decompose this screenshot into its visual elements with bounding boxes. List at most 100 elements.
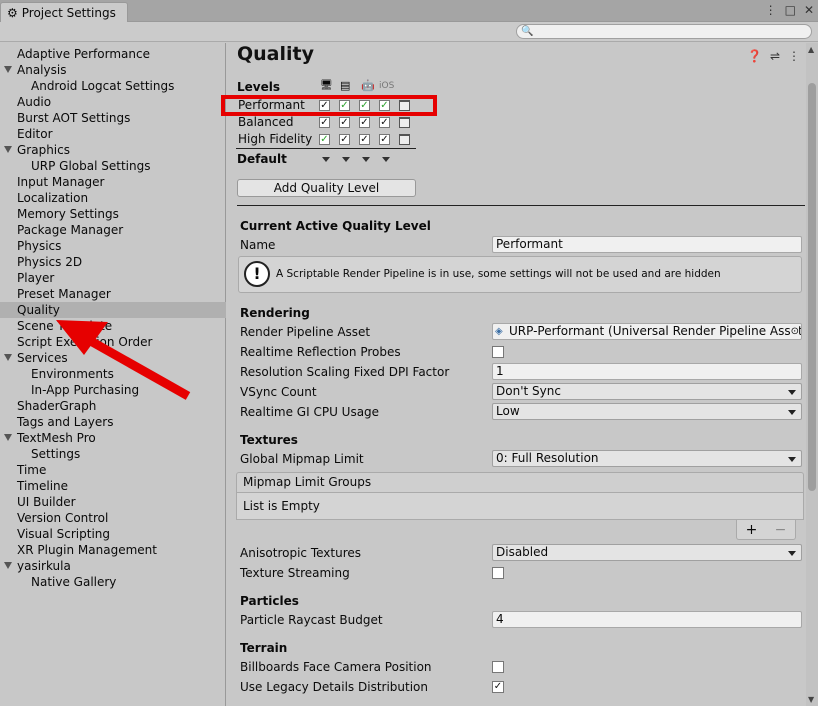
sidebar-item[interactable]: Burst AOT Settings xyxy=(0,110,226,126)
scroll-up-icon[interactable]: ▲ xyxy=(808,45,814,54)
platform-level-checkbox[interactable]: ✓ xyxy=(339,134,350,145)
mipmap-groups-header[interactable]: Mipmap Limit Groups xyxy=(236,472,804,493)
add-item-button[interactable]: + xyxy=(746,522,758,538)
remove-item-button[interactable]: − xyxy=(775,522,787,538)
vsync-label: VSync Count xyxy=(240,385,317,399)
mipmap-limit-dropdown[interactable]: 0: Full Resolution xyxy=(492,450,802,467)
sidebar-item[interactable]: Audio xyxy=(0,94,226,110)
sidebar-item[interactable]: Android Logcat Settings xyxy=(0,78,226,94)
platform-level-checkbox[interactable]: ✓ xyxy=(379,117,390,128)
quality-level-name[interactable]: Balanced xyxy=(238,115,293,129)
sidebar-item[interactable]: yasirkula xyxy=(0,558,226,574)
foldout-arrow-icon[interactable] xyxy=(4,66,12,73)
texture-streaming-checkbox[interactable] xyxy=(492,567,504,579)
help-icon[interactable]: ❓ xyxy=(747,49,762,63)
sidebar-item[interactable]: Visual Scripting xyxy=(0,526,226,542)
foldout-arrow-icon[interactable] xyxy=(4,434,12,441)
sidebar-item-label: Editor xyxy=(17,127,53,141)
sidebar-item[interactable]: Analysis xyxy=(0,62,226,78)
sidebar-item[interactable]: XR Plugin Management xyxy=(0,542,226,558)
billboards-label: Billboards Face Camera Position xyxy=(240,660,432,674)
ios-icon: iOS xyxy=(379,81,395,91)
more-icon[interactable]: ⋮ xyxy=(788,49,800,63)
foldout-arrow-icon[interactable] xyxy=(4,354,12,361)
sidebar-item[interactable]: Time xyxy=(0,462,226,478)
platform-level-checkbox[interactable]: ✓ xyxy=(319,134,330,145)
sidebar-item[interactable]: Preset Manager xyxy=(0,286,226,302)
close-icon[interactable]: ✕ xyxy=(804,3,814,17)
scroll-down-icon[interactable]: ▼ xyxy=(808,695,814,704)
sidebar-item[interactable]: Version Control xyxy=(0,510,226,526)
preset-icon[interactable]: ⇌ xyxy=(770,49,780,63)
android-icon: 🤖 xyxy=(361,79,375,92)
raycast-budget-field[interactable]: 4 xyxy=(492,611,802,628)
foldout-arrow-icon[interactable] xyxy=(4,562,12,569)
default-dropdown-ios[interactable] xyxy=(382,157,390,162)
sidebar-item[interactable]: Memory Settings xyxy=(0,206,226,222)
platform-level-checkbox[interactable]: ✓ xyxy=(319,117,330,128)
name-field[interactable]: Performant xyxy=(492,236,802,253)
anisotropic-dropdown[interactable]: Disabled xyxy=(492,544,802,561)
dpi-factor-field[interactable]: 1 xyxy=(492,363,802,380)
sidebar-item[interactable]: Native Gallery xyxy=(0,574,226,590)
page-title: Quality xyxy=(237,43,314,65)
project-settings-tab[interactable]: ⚙ Project Settings xyxy=(0,2,128,22)
gear-icon: ⚙ xyxy=(7,5,18,20)
mipmap-limit-label: Global Mipmap Limit xyxy=(240,452,364,466)
anisotropic-value: Disabled xyxy=(496,545,549,559)
sidebar-item[interactable]: Physics xyxy=(0,238,226,254)
srp-info-box: ! A Scriptable Render Pipeline is in use… xyxy=(238,256,802,293)
sidebar-item[interactable]: Adaptive Performance xyxy=(0,46,226,62)
sidebar-item[interactable]: UI Builder xyxy=(0,494,226,510)
sidebar-item[interactable]: Quality xyxy=(0,302,226,318)
search-input[interactable]: 🔍 xyxy=(516,24,812,39)
reflection-probes-checkbox[interactable] xyxy=(492,346,504,358)
delete-level-icon[interactable] xyxy=(399,134,410,145)
maximize-icon[interactable]: □ xyxy=(785,3,796,17)
default-dropdown-android[interactable] xyxy=(362,157,370,162)
sidebar-item[interactable]: In-App Purchasing xyxy=(0,382,226,398)
sidebar-item[interactable]: Package Manager xyxy=(0,222,226,238)
sidebar-item[interactable]: Settings xyxy=(0,446,226,462)
platform-level-checkbox[interactable]: ✓ xyxy=(379,134,390,145)
billboards-checkbox[interactable] xyxy=(492,661,504,673)
tab-title: Project Settings xyxy=(21,5,116,20)
vertical-scrollbar[interactable]: ▲ ▼ xyxy=(806,43,818,706)
add-quality-level-button[interactable]: Add Quality Level xyxy=(237,179,416,197)
object-picker-icon[interactable]: ⊙ xyxy=(790,324,799,339)
more-menu-icon[interactable]: ⋮ xyxy=(765,3,777,17)
platform-level-checkbox[interactable]: ✓ xyxy=(339,117,350,128)
platform-level-checkbox[interactable]: ✓ xyxy=(359,117,370,128)
textures-header: Textures xyxy=(240,433,298,447)
platform-level-checkbox[interactable]: ✓ xyxy=(359,134,370,145)
sidebar-item[interactable]: Localization xyxy=(0,190,226,206)
sidebar-item[interactable]: Editor xyxy=(0,126,226,142)
gi-cpu-dropdown[interactable]: Low xyxy=(492,403,802,420)
legacy-details-checkbox[interactable]: ✓ xyxy=(492,681,504,693)
mipmap-groups-empty: List is Empty xyxy=(236,493,804,520)
chevron-down-icon xyxy=(788,551,796,556)
sidebar-item[interactable]: Script Execution Order xyxy=(0,334,226,350)
scrollbar-thumb[interactable] xyxy=(808,83,816,491)
sidebar-item[interactable]: Physics 2D xyxy=(0,254,226,270)
sidebar-item[interactable]: Input Manager xyxy=(0,174,226,190)
foldout-arrow-icon[interactable] xyxy=(4,146,12,153)
sidebar-item[interactable]: Timeline xyxy=(0,478,226,494)
sidebar-item[interactable]: Services xyxy=(0,350,226,366)
sidebar-item-label: Scene Template xyxy=(17,319,113,333)
sidebar-item[interactable]: ShaderGraph xyxy=(0,398,226,414)
sidebar-item[interactable]: Player xyxy=(0,270,226,286)
sidebar-item[interactable]: Tags and Layers xyxy=(0,414,226,430)
sidebar-item[interactable]: Environments xyxy=(0,366,226,382)
vsync-value: Don't Sync xyxy=(496,384,561,398)
default-dropdown-server[interactable] xyxy=(342,157,350,162)
default-dropdown-standalone[interactable] xyxy=(322,157,330,162)
sidebar-item[interactable]: TextMesh Pro xyxy=(0,430,226,446)
delete-level-icon[interactable] xyxy=(399,117,410,128)
render-pipeline-field[interactable]: ◈ URP-Performant (Universal Render Pipel… xyxy=(492,323,802,340)
sidebar-item[interactable]: Graphics xyxy=(0,142,226,158)
sidebar-item[interactable]: Scene Template xyxy=(0,318,226,334)
sidebar-item[interactable]: URP Global Settings xyxy=(0,158,226,174)
vsync-dropdown[interactable]: Don't Sync xyxy=(492,383,802,400)
quality-level-name[interactable]: High Fidelity xyxy=(238,132,312,146)
